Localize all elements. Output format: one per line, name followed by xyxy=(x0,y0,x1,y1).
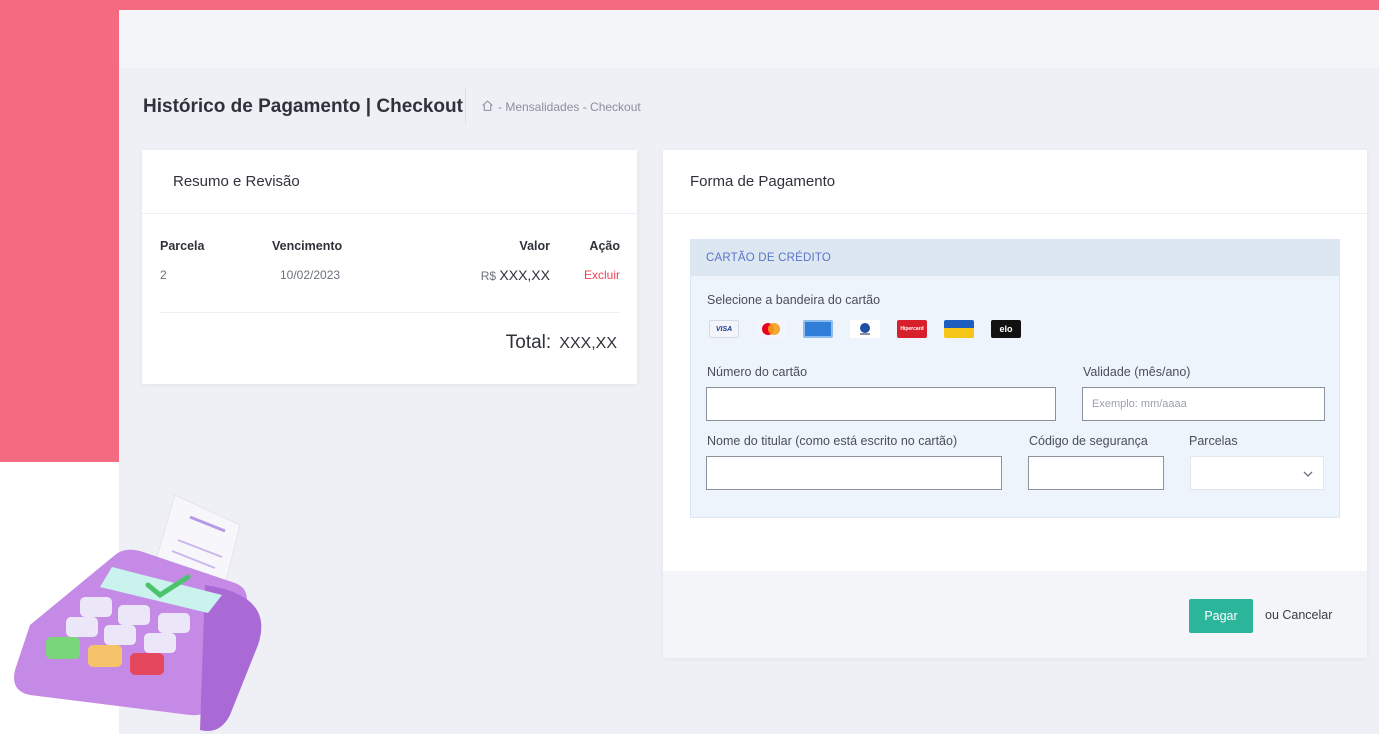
bottom-white-strip xyxy=(119,734,1379,747)
breadcrumb: - Mensalidades - Checkout xyxy=(481,99,641,115)
chevron-down-icon xyxy=(1303,464,1313,482)
column-header-valor: Valor xyxy=(519,239,550,253)
page-title: Histórico de Pagamento | Checkout xyxy=(143,96,463,117)
payment-header: Forma de Pagamento xyxy=(663,150,1367,214)
cvv-label: Código de segurança xyxy=(1029,434,1148,448)
card-number-label: Número do cartão xyxy=(707,365,808,379)
credit-card-panel: CARTÃO DE CRÉDITO Selecione a bandeira d… xyxy=(690,239,1340,518)
visa-icon[interactable]: VISA xyxy=(709,320,739,338)
elo-icon[interactable]: elo xyxy=(991,320,1021,338)
summary-table: Parcela Vencimento Valor Ação 2 10/02/20… xyxy=(160,232,620,290)
card-machine-illustration xyxy=(14,494,262,731)
home-icon[interactable] xyxy=(481,99,494,115)
payment-card: Forma de Pagamento CARTÃO DE CRÉDITO Sel… xyxy=(663,150,1367,658)
amount-value: XXX,XX xyxy=(499,267,550,283)
remove-link[interactable]: Excluir xyxy=(584,268,620,282)
summary-header: Resumo e Revisão xyxy=(142,150,637,214)
pay-button[interactable]: Pagar xyxy=(1189,599,1253,633)
credit-card-tab[interactable]: CARTÃO DE CRÉDITO xyxy=(691,240,1339,276)
brand-selector: VISA Hipercard elo xyxy=(709,320,1021,338)
hipercard-icon[interactable]: Hipercard xyxy=(897,320,927,338)
left-accent-panel xyxy=(0,0,119,462)
table-row: 2 10/02/2023 R$ XXX,XX Excluir xyxy=(160,260,620,290)
cell-valor: R$ XXX,XX xyxy=(400,260,550,290)
holder-name-input[interactable] xyxy=(706,456,1002,490)
installments-label: Parcelas xyxy=(1189,434,1238,448)
table-header-row: Parcela Vencimento Valor Ação xyxy=(160,232,620,260)
title-divider xyxy=(465,88,466,124)
total-label: Total: xyxy=(505,332,552,353)
amex-icon[interactable] xyxy=(803,320,833,338)
app-top-bar xyxy=(119,10,1379,68)
holder-label: Nome do titular (como está escrito no ca… xyxy=(707,434,958,448)
currency-symbol: R$ xyxy=(480,269,497,283)
card-number-input[interactable] xyxy=(706,387,1056,421)
total-value: XXX,XX xyxy=(559,335,617,352)
mastercard-icon[interactable] xyxy=(756,320,786,338)
column-header-acao: Ação xyxy=(589,239,620,253)
cvv-input[interactable] xyxy=(1028,456,1164,490)
cell-acao: Excluir xyxy=(550,260,620,290)
column-header-vencimento: Vencimento xyxy=(272,239,343,253)
breadcrumb-path[interactable]: - Mensalidades - Checkout xyxy=(498,100,641,114)
expiry-input[interactable]: Exemplo: mm/aaaa xyxy=(1082,387,1325,421)
diners-icon[interactable] xyxy=(850,320,880,338)
column-header-parcela: Parcela xyxy=(160,239,205,253)
installments-select[interactable] xyxy=(1190,456,1324,490)
total-row: Total: XXX,XX xyxy=(506,332,617,354)
cell-vencimento: 10/02/2023 xyxy=(280,268,341,282)
payment-footer: Pagar ou Cancelar xyxy=(663,571,1367,658)
cell-parcela: 2 xyxy=(160,268,167,282)
cancel-link[interactable]: ou Cancelar xyxy=(1265,608,1332,622)
summary-divider xyxy=(160,312,620,313)
summary-card: Resumo e Revisão Parcela Vencimento Valo… xyxy=(142,150,637,384)
brand-label: Selecione a bandeira do cartão xyxy=(707,293,881,307)
expiry-label: Validade (mês/ano) xyxy=(1083,365,1191,379)
app-window: Histórico de Pagamento | Checkout - Mens… xyxy=(119,10,1379,734)
hiper-icon[interactable] xyxy=(944,320,974,338)
